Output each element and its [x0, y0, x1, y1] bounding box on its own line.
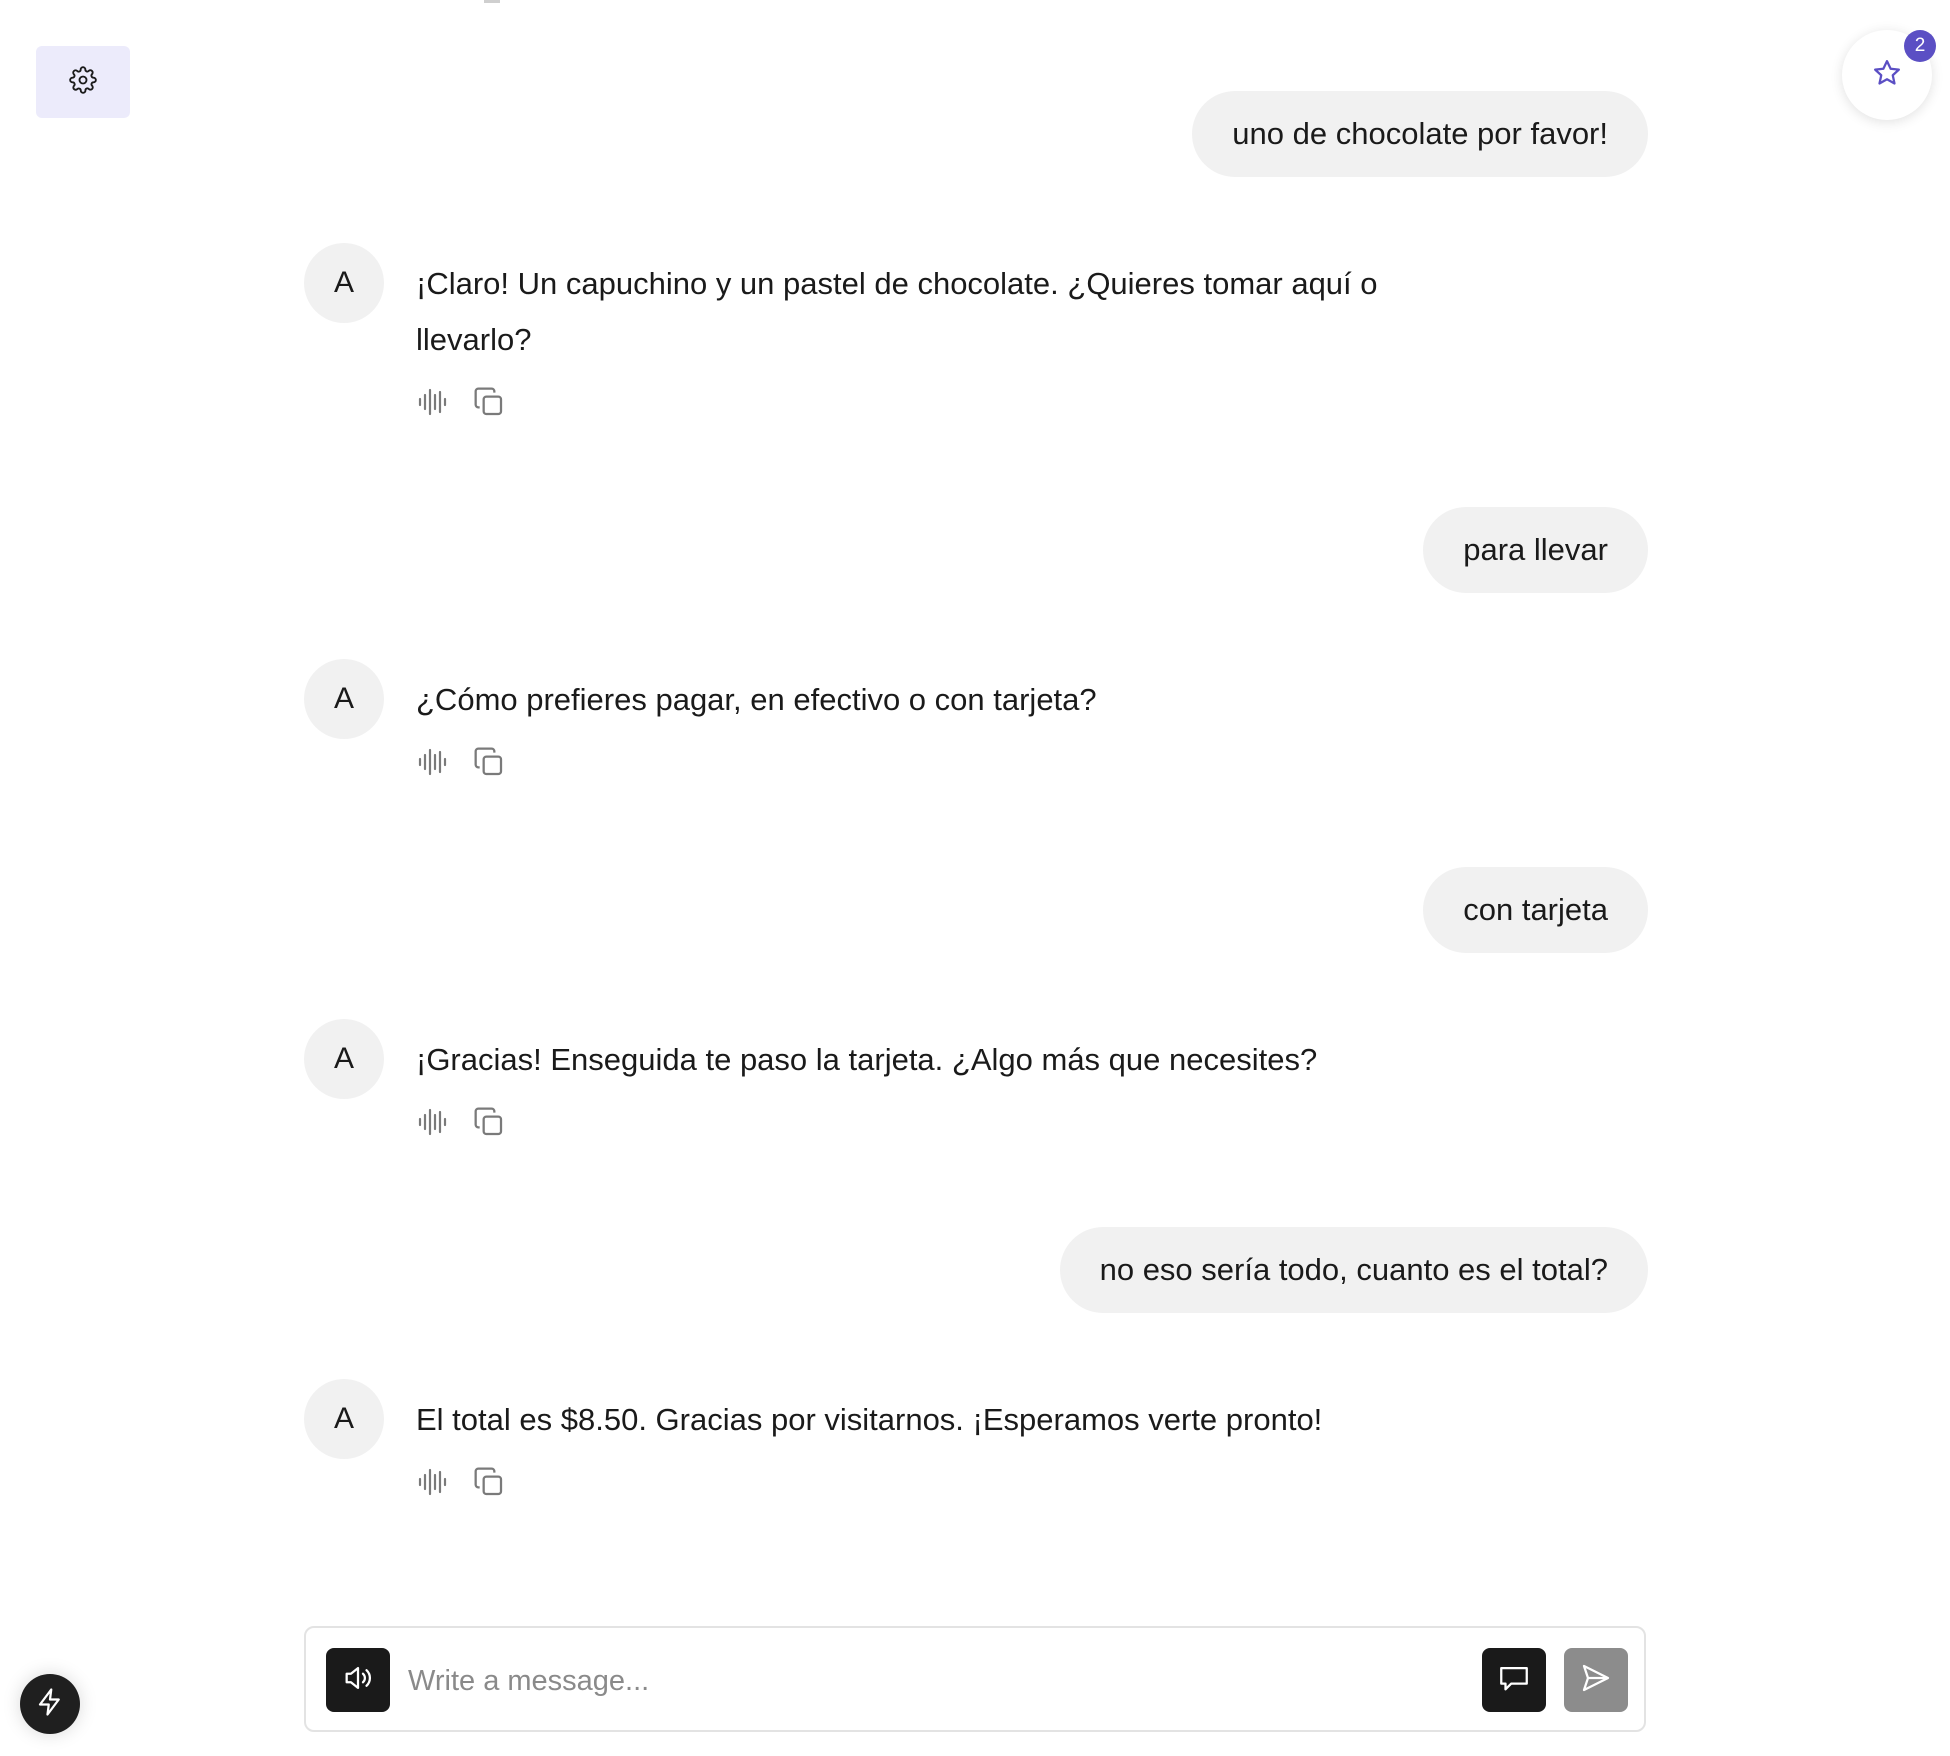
user-message: uno de chocolate por favor! [1192, 91, 1648, 177]
message-actions [416, 385, 506, 419]
message-actions [416, 745, 506, 779]
user-message: para llevar [1423, 507, 1648, 593]
audio-wave-icon[interactable] [416, 385, 450, 419]
message-actions [416, 1465, 506, 1499]
assistant-message: ¿Cómo prefieres pagar, en efectivo o con… [416, 682, 1097, 717]
settings-button[interactable] [36, 46, 130, 118]
send-icon [1580, 1662, 1612, 1699]
assistant-avatar: A [304, 243, 384, 323]
audio-wave-icon[interactable] [416, 745, 450, 779]
quick-action-button[interactable] [20, 1674, 80, 1734]
assistant-message: El total es $8.50. Gracias por visitarno… [416, 1402, 1323, 1437]
chat-page: 2 uno de chocolate por favor! A ¡Claro! … [0, 0, 1950, 1756]
bolt-icon [35, 1687, 65, 1722]
copy-icon[interactable] [472, 745, 506, 779]
star-icon [1872, 58, 1902, 93]
assistant-avatar: A [304, 659, 384, 739]
speaker-toggle-button[interactable] [326, 1648, 390, 1712]
chat-bubble-icon [1497, 1661, 1531, 1700]
message-input[interactable] [406, 1650, 1420, 1712]
message-composer [304, 1626, 1646, 1732]
message-actions [416, 1105, 506, 1139]
assistant-message: ¡Claro! Un capuchino y un pastel de choc… [416, 266, 1378, 357]
copy-icon[interactable] [472, 1105, 506, 1139]
gear-icon [69, 65, 97, 99]
scroll-remnant [484, 0, 500, 3]
chat-mode-button[interactable] [1482, 1648, 1546, 1712]
speaker-icon [341, 1661, 375, 1700]
audio-wave-icon[interactable] [416, 1465, 450, 1499]
assistant-avatar: A [304, 1379, 384, 1459]
audio-wave-icon[interactable] [416, 1105, 450, 1139]
user-message: no eso sería todo, cuanto es el total? [1059, 1227, 1648, 1313]
user-message: con tarjeta [1423, 867, 1648, 953]
send-button[interactable] [1564, 1648, 1628, 1712]
copy-icon[interactable] [472, 1465, 506, 1499]
favorites-button[interactable]: 2 [1842, 30, 1936, 120]
assistant-avatar: A [304, 1019, 384, 1099]
assistant-message: ¡Gracias! Enseguida te paso la tarjeta. … [416, 1042, 1318, 1077]
copy-icon[interactable] [472, 385, 506, 419]
favorites-count-badge: 2 [1904, 30, 1936, 62]
